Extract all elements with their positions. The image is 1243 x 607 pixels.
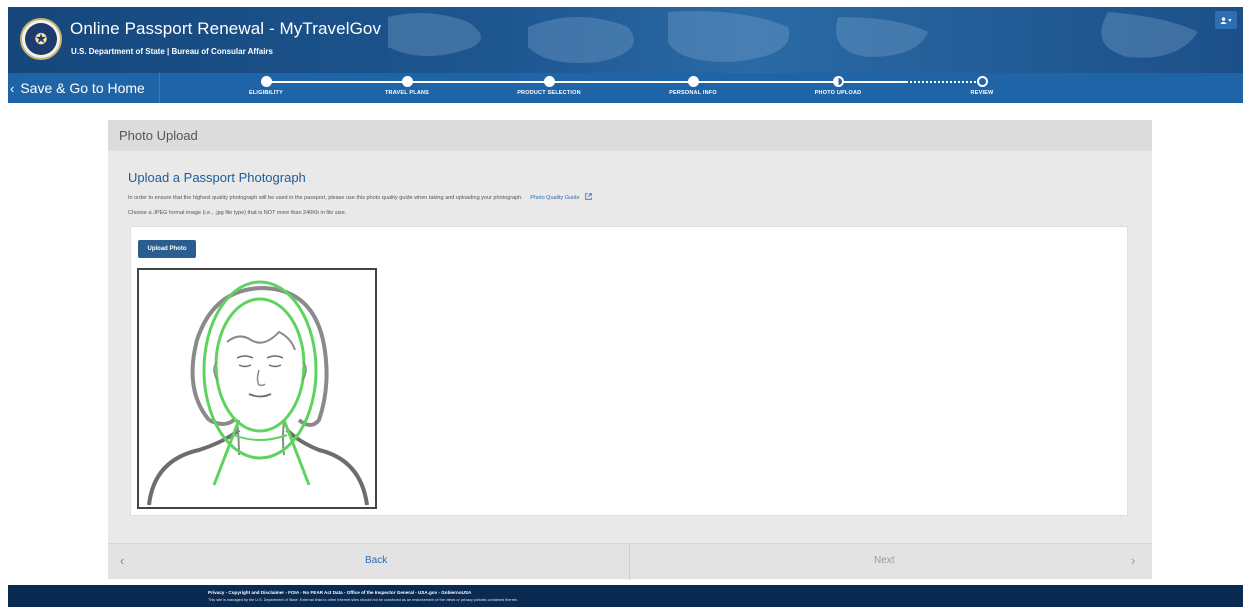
back-label: Back <box>365 555 388 566</box>
external-link-icon <box>585 193 592 200</box>
step-complete-dot <box>543 76 555 87</box>
photo-quality-guide-link[interactable]: Photo Quality Guide <box>530 193 592 201</box>
chevron-left-icon: ‹ <box>10 80 15 96</box>
step-travel-plans: TRAVEL PLANS <box>347 73 467 96</box>
app-subtitle: U.S. Department of State | Bureau of Con… <box>71 47 273 56</box>
chevron-right-icon: › <box>1131 553 1136 568</box>
step-upcoming-dot <box>976 76 988 87</box>
step-complete-dot <box>687 76 699 87</box>
passport-face-guide-illustration <box>147 280 369 506</box>
site-header: ✪ Online Passport Renewal - MyTravelGov … <box>8 7 1243 73</box>
photo-preview-frame <box>137 268 377 509</box>
upload-photo-button[interactable]: Upload Photo <box>138 240 196 258</box>
upload-instructions: Upload a Passport Photograph In order to… <box>120 170 1140 216</box>
photo-upload-area: Upload Photo <box>130 226 1128 516</box>
chevron-down-icon: ▾ <box>1228 17 1232 24</box>
site-footer: Privacy - Copyright and Disclaimer - FOI… <box>8 585 1243 607</box>
file-requirement-text: Choose a JPEG format image (i.e., .jpg f… <box>128 210 347 216</box>
step-tracker: ELIGIBILITY TRAVEL PLANS PRODUCT SELECTI… <box>8 73 1243 103</box>
app-title: Online Passport Renewal - MyTravelGov <box>70 19 382 38</box>
step-complete-dot <box>260 76 272 87</box>
save-go-home-button[interactable]: ‹ Save & Go to Home <box>8 73 160 103</box>
chevron-left-icon: ‹ <box>120 553 125 568</box>
eagle-icon: ✪ <box>25 23 57 55</box>
step-complete-dot <box>401 76 413 87</box>
step-photo-upload: PHOTO UPLOAD <box>778 73 898 96</box>
step-eligibility: ELIGIBILITY <box>206 73 326 96</box>
footer-links[interactable]: Privacy - Copyright and Disclaimer - FOI… <box>208 590 471 595</box>
footer-disclaimer: This site is managed by the U.S. Departm… <box>208 598 518 602</box>
step-product-selection: PRODUCT SELECTION <box>489 73 609 96</box>
user-menu-button[interactable]: ▾ <box>1215 11 1237 29</box>
next-button[interactable]: Next › <box>629 544 1152 580</box>
step-current-dot <box>832 76 844 87</box>
world-map-background <box>388 11 1198 63</box>
step-personal-info: PERSONAL INFO <box>633 73 753 96</box>
next-label: Next <box>874 555 895 566</box>
progress-bar: ELIGIBILITY TRAVEL PLANS PRODUCT SELECTI… <box>8 73 1243 103</box>
user-icon <box>1220 16 1228 24</box>
step-review: REVIEW <box>922 73 1042 96</box>
upload-heading: Upload a Passport Photograph <box>128 170 306 185</box>
panel-title: Photo Upload <box>108 120 1152 151</box>
department-seal-logo: ✪ <box>20 18 62 60</box>
back-button[interactable]: ‹ Back <box>108 544 629 580</box>
form-navigation: ‹ Back Next › <box>108 543 1152 580</box>
instruction-text: In order to ensure that the highest qual… <box>128 193 1140 201</box>
save-go-home-label: Save & Go to Home <box>20 80 145 96</box>
